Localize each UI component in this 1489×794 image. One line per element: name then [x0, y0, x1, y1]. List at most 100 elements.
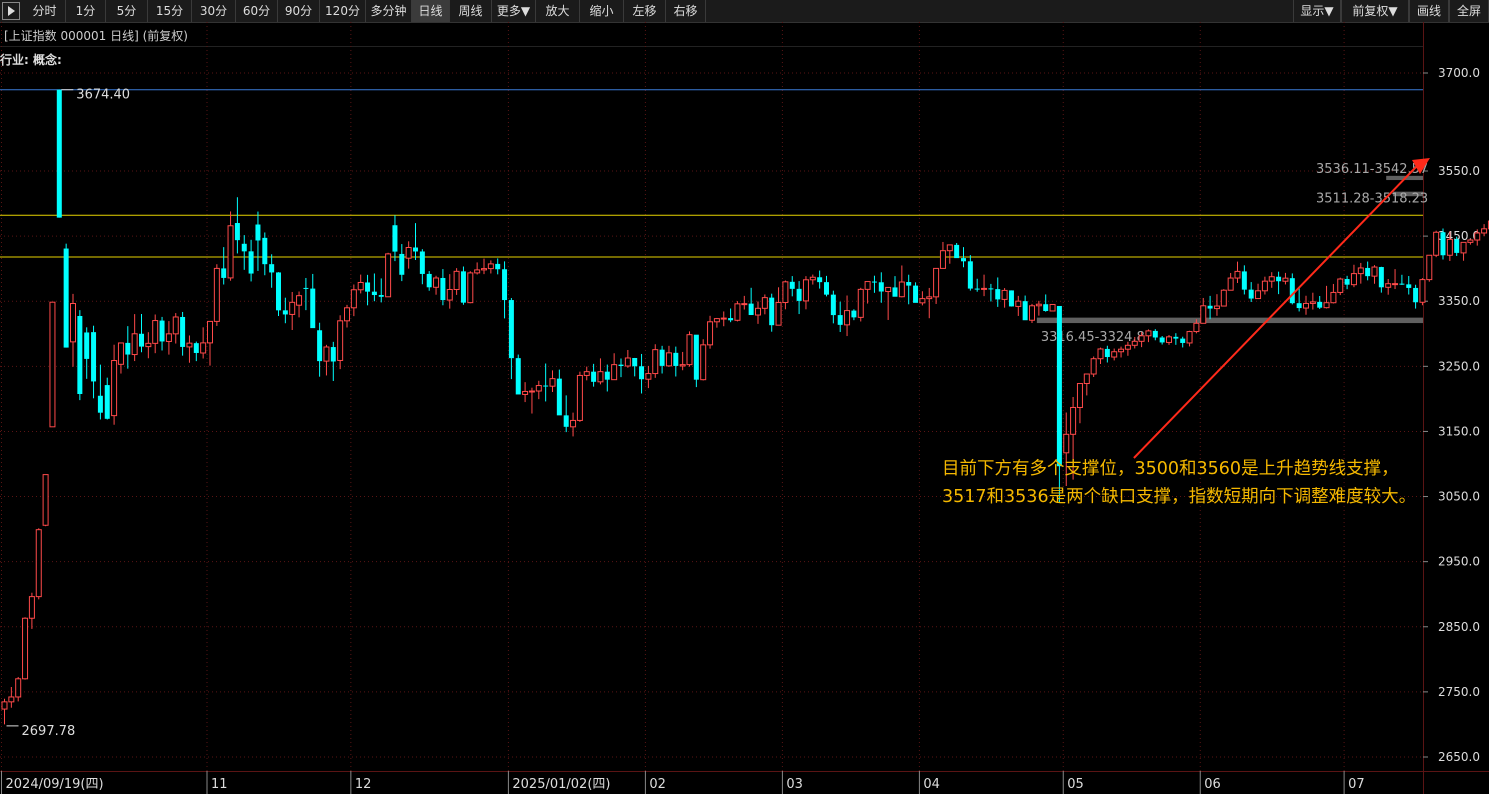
candle-body-down	[913, 285, 919, 303]
candle-body-up	[1186, 331, 1193, 344]
candle-body-up	[481, 268, 487, 271]
candle-body-up	[1433, 231, 1440, 256]
candle-body-up	[1385, 283, 1392, 288]
candle-body-up	[1124, 344, 1131, 350]
candle-body-up	[782, 281, 789, 304]
candle-body-down	[563, 415, 569, 427]
candle-body-down	[269, 264, 275, 273]
candle-body-down	[365, 282, 371, 292]
candle-body-down	[673, 352, 679, 366]
candle-body-down	[1043, 304, 1049, 311]
candle-body-down	[728, 318, 734, 321]
y-tick-label: 3050.0	[1438, 490, 1480, 504]
candle-body-down	[234, 223, 240, 241]
candle-body-up	[686, 334, 693, 366]
candle-body-up	[1268, 276, 1275, 282]
candle-body-up	[227, 225, 234, 279]
candle-body-down	[632, 357, 638, 367]
candle-body-up	[809, 276, 816, 281]
candle-body-up	[734, 303, 741, 321]
candlestick-chart[interactable]: 2650.0 2750.0 2850.0 2950.0 3050.0 3150.0 3250…	[0, 0, 1489, 794]
extreme-label: 2697.78	[22, 724, 76, 739]
gap-label: 3511.28-3518.23	[1316, 192, 1428, 207]
candles-group	[1, 89, 1489, 725]
candle-body-down	[303, 287, 309, 289]
candle-body-down	[906, 282, 912, 286]
y-tick-label: 3250.0	[1438, 359, 1480, 373]
candle-body-up	[700, 344, 707, 381]
candle-body-up	[535, 385, 542, 392]
candle-body-down	[1180, 338, 1186, 343]
candle-body-up	[1220, 289, 1227, 307]
candle-body-down	[824, 282, 829, 295]
candle-body-up	[1392, 283, 1399, 286]
candle-body-up	[802, 279, 809, 302]
candle-body-up	[1261, 280, 1268, 292]
candle-body-down	[1413, 287, 1419, 303]
candle-body-up	[385, 253, 392, 298]
candle-body-up	[1200, 305, 1207, 324]
candle-body-up	[172, 316, 179, 335]
candle-body-down	[1207, 305, 1213, 309]
candle-body-up	[1097, 348, 1104, 360]
candle-body-down	[1365, 267, 1371, 277]
candle-body-down	[276, 272, 281, 311]
candle-body-up	[337, 320, 344, 361]
candle-body-down	[1008, 290, 1014, 307]
candle-body-down	[495, 263, 501, 270]
candle-body-down	[97, 395, 103, 413]
candle-body-up	[1309, 301, 1316, 304]
candle-body-down	[591, 371, 597, 382]
candle-body-down	[241, 243, 247, 252]
x-tick-label: 05	[1067, 777, 1084, 792]
x-tick-label: 02	[649, 777, 666, 792]
candle-body-down	[502, 269, 508, 301]
x-tick-label: 11	[211, 777, 228, 792]
candle-body-down	[84, 332, 90, 359]
x-tick-label: 04	[923, 777, 940, 792]
candle-body-up	[1330, 291, 1337, 304]
candle-body-down	[995, 289, 1001, 300]
candle-body-up	[624, 357, 631, 367]
candle-body-up	[645, 373, 652, 380]
candle-body-down	[1248, 289, 1254, 299]
candle-body-down	[508, 300, 514, 359]
candle-body-up	[755, 307, 761, 316]
candle-body-up	[1419, 279, 1426, 303]
candle-body-up	[1474, 232, 1481, 241]
candle-body-up	[213, 267, 220, 322]
candle-body-up	[35, 529, 42, 598]
candle-body-down	[1317, 301, 1323, 308]
candle-body-down	[543, 385, 549, 387]
candle-body-up	[350, 289, 357, 309]
candle-body-up	[857, 288, 864, 318]
trend-arrow-line	[1133, 166, 1417, 459]
y-tick-label: 2950.0	[1438, 555, 1480, 569]
candle-body-down	[125, 342, 131, 355]
candle-body-up	[926, 296, 933, 300]
candle-body-up	[296, 295, 303, 306]
candle-body-up	[111, 360, 118, 417]
candle-body-down	[392, 225, 398, 252]
candle-body-up	[570, 419, 577, 428]
candle-body-up	[1481, 228, 1488, 234]
candle-body-down	[56, 89, 62, 218]
candle-body-up	[1090, 358, 1097, 375]
candle-body-up	[1083, 373, 1090, 385]
candle-body-up	[1166, 336, 1172, 343]
candle-body-down	[221, 268, 227, 278]
candle-body-down	[1241, 271, 1247, 290]
candle-body-down	[954, 244, 960, 259]
candle-body-down	[282, 310, 288, 315]
candle-body-down	[1406, 284, 1412, 288]
candle-body-up	[117, 342, 124, 365]
candle-body-down	[399, 253, 405, 275]
candle-body-up	[70, 302, 76, 343]
candle-body-down	[789, 281, 795, 289]
candle-body-up	[844, 310, 851, 326]
candle-body-down	[180, 316, 186, 347]
candle-body-up	[1282, 277, 1289, 282]
candle-body-up	[1234, 270, 1241, 279]
candle-body-down	[556, 378, 562, 416]
x-tick-label: 12	[355, 777, 372, 792]
